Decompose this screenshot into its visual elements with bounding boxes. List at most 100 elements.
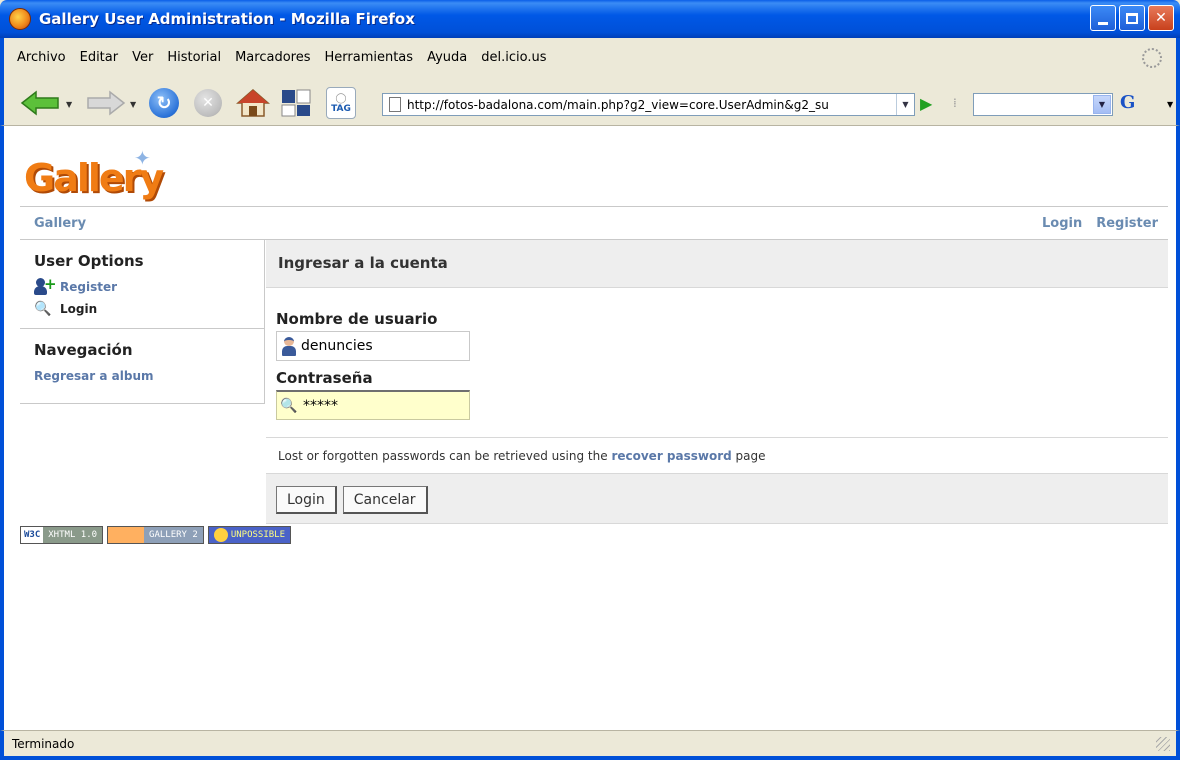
web-content: Gallery ✦ Gallery Login Register User Op… [0, 126, 1180, 730]
stop-button[interactable]: ✕ [194, 89, 222, 117]
sidebar-item-back[interactable]: Regresar a album [34, 365, 250, 387]
menu-ver[interactable]: Ver [125, 48, 160, 67]
menu-historial[interactable]: Historial [160, 48, 228, 67]
google-dropdown-icon[interactable]: ▼ [1167, 100, 1173, 109]
menu-ayuda[interactable]: Ayuda [420, 48, 474, 67]
url-dropdown-icon[interactable]: ▼ [896, 94, 914, 115]
top-login-link[interactable]: Login [1042, 216, 1082, 231]
recover-suffix: page [735, 449, 766, 463]
back-dropdown-icon[interactable]: ▼ [66, 100, 72, 109]
forward-arrow-icon [87, 90, 126, 116]
toolbar-separator-icon[interactable]: ⁞ [953, 96, 957, 110]
navigation-heading: Navegación [34, 341, 133, 359]
recover-password-link[interactable]: recover password [611, 449, 731, 463]
top-register-link[interactable]: Register [1096, 216, 1158, 231]
password-input[interactable] [300, 393, 465, 418]
menu-editar[interactable]: Editar [73, 48, 126, 67]
home-icon [236, 89, 270, 117]
home-button[interactable] [236, 88, 270, 118]
google-icon[interactable]: G [1120, 92, 1135, 113]
gallery-logo[interactable]: Gallery ✦ [24, 146, 184, 206]
maximize-button[interactable] [1119, 5, 1145, 31]
menu-marcadores[interactable]: Marcadores [228, 48, 317, 67]
unpossible-badge[interactable]: UNPOSSIBLE [207, 526, 292, 544]
login-button[interactable]: Login [276, 486, 337, 514]
reload-icon: ↻ [156, 92, 172, 114]
back-button[interactable] [20, 90, 60, 116]
sidebar-item-login: 🔍 Login [34, 298, 250, 320]
resize-grip-icon[interactable] [1156, 737, 1170, 751]
firefox-icon [9, 8, 31, 30]
sidebar-item-register[interactable]: + Register [34, 275, 250, 298]
breadcrumb-gallery[interactable]: Gallery [34, 216, 86, 231]
throbber-icon [1142, 48, 1162, 68]
page-icon [389, 97, 401, 112]
w3c-label: W3C [21, 527, 44, 543]
recover-prefix: Lost or forgotten passwords can be retri… [278, 449, 608, 463]
search-input[interactable] [974, 94, 1092, 115]
username-label: Nombre de usuario [276, 310, 438, 328]
xhtml-badge[interactable]: W3C XHTML 1.0 [20, 526, 104, 544]
close-button[interactable]: ✕ [1148, 5, 1174, 31]
stop-icon: ✕ [202, 95, 214, 111]
user-icon-body [282, 346, 296, 356]
bookmark-button[interactable] [280, 88, 312, 118]
tag-label: TAG [331, 103, 351, 114]
url-input[interactable] [407, 97, 877, 112]
window-controls: ✕ [1090, 5, 1174, 31]
maximize-icon [1126, 12, 1138, 24]
tag-button[interactable]: ◯ TAG [326, 87, 356, 119]
close-icon: ✕ [1155, 10, 1167, 26]
password-key-icon: 🔍 [280, 397, 298, 414]
login-heading: Ingresar a la cuenta [266, 240, 1168, 288]
username-field-wrap[interactable] [276, 331, 470, 361]
cancel-button[interactable]: Cancelar [342, 486, 428, 514]
minimize-button[interactable] [1090, 5, 1116, 31]
sidebar-login-current: Login [60, 302, 98, 316]
back-arrow-icon [20, 90, 59, 116]
password-label: Contraseña [276, 369, 373, 387]
back-to-album-link[interactable]: Regresar a album [34, 369, 153, 383]
password-field-wrap[interactable]: 🔍 [276, 390, 470, 420]
gallery2-badge[interactable]: GALLERY 2 [107, 526, 204, 544]
login-form: Nombre de usuario Contraseña 🔍 [266, 288, 1168, 438]
go-button[interactable]: ▶ [920, 94, 940, 114]
xhtml-label: XHTML 1.0 [43, 527, 103, 543]
go-arrow-icon: ▶ [920, 94, 933, 113]
search-dropdown-icon[interactable]: ▼ [1093, 95, 1111, 114]
gallery2-face-icon [108, 527, 145, 543]
user-icon-head [284, 337, 294, 346]
footer-badges: W3C XHTML 1.0 GALLERY 2 UNPOSSIBLE [20, 526, 292, 544]
window-title: Gallery User Administration - Mozilla Fi… [39, 10, 415, 28]
navigation-section: Navegación Regresar a album [20, 328, 264, 395]
forward-button[interactable] [86, 90, 126, 116]
minimize-icon [1098, 21, 1108, 25]
sidebar: User Options + Register 🔍 Login Navegaci… [20, 240, 265, 404]
search-box[interactable]: ▼ [973, 93, 1113, 116]
sparkle-icon: ✦ [134, 146, 151, 170]
status-bar: Terminado [0, 730, 1180, 760]
status-text: Terminado [12, 737, 75, 751]
menu-bar: Archivo Editar Ver Historial Marcadores … [0, 38, 1180, 82]
bookmark-icon [281, 89, 311, 117]
reload-button[interactable]: ↻ [149, 88, 179, 118]
menu-herramientas[interactable]: Herramientas [318, 48, 421, 67]
plus-icon: + [44, 275, 57, 293]
menu-delicious[interactable]: del.icio.us [474, 48, 553, 67]
address-bar[interactable]: ▼ [382, 93, 915, 116]
window-titlebar[interactable]: Gallery User Administration - Mozilla Fi… [0, 0, 1180, 38]
user-options-section: User Options + Register 🔍 Login [20, 240, 264, 328]
username-input[interactable] [298, 334, 463, 358]
navigation-toolbar: ▼ ▼ ↻ ✕ ◯ TAG ▼ ▶ ⁞ ▼ G ▼ [0, 82, 1180, 126]
breadcrumb-bar: Gallery Login Register [20, 206, 1168, 240]
form-buttons: Login Cancelar [266, 474, 1168, 524]
forward-dropdown-icon[interactable]: ▼ [130, 100, 136, 109]
add-user-icon: + [34, 275, 57, 296]
user-icon [280, 336, 298, 356]
tag-circle-icon: ◯ [335, 92, 347, 104]
sidebar-register-link[interactable]: Register [60, 280, 117, 294]
gallery2-label: GALLERY 2 [144, 527, 203, 543]
menu-archivo[interactable]: Archivo [10, 48, 73, 67]
unpossible-label: UNPOSSIBLE [230, 530, 286, 540]
login-panel: Ingresar a la cuenta Nombre de usuario C… [266, 240, 1168, 524]
